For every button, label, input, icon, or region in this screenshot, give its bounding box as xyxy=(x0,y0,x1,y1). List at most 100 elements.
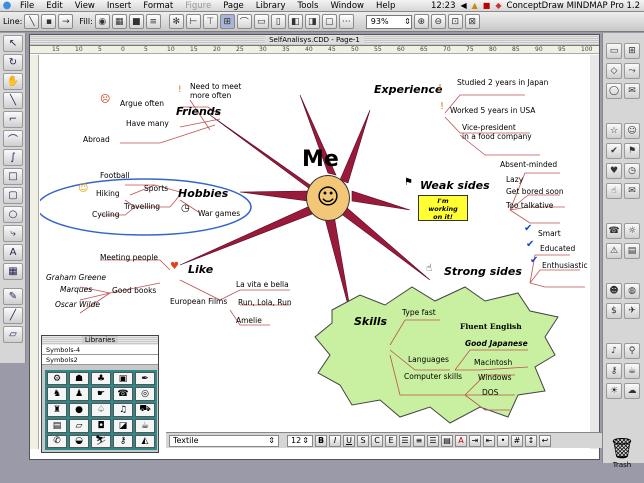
library-item-symbols4[interactable]: Symbols-4 xyxy=(42,345,158,355)
speaker-icon[interactable]: ◀ xyxy=(460,1,466,10)
symbol-phone-icon[interactable]: ☎ xyxy=(606,223,622,239)
topic-weak-sides[interactable]: Weak sides xyxy=(420,179,490,192)
arrange-button[interactable]: ⊞ xyxy=(219,14,235,29)
page-button[interactable]: ▢ xyxy=(321,14,337,29)
note-tool[interactable]: ✉ xyxy=(624,83,640,99)
lib-cd-icon[interactable]: ◎ xyxy=(135,387,155,401)
lib-helmet-icon[interactable]: ◒ xyxy=(69,434,89,448)
symbol-cup-icon[interactable]: ☕ xyxy=(624,363,640,379)
menu-edit[interactable]: Edit xyxy=(40,1,68,11)
like-meeting-people[interactable]: Meeting people xyxy=(100,253,158,262)
like-marques[interactable]: Marques xyxy=(60,285,92,294)
topic-experience[interactable]: Experience xyxy=(374,83,442,96)
lib-hand-icon[interactable]: ☛ xyxy=(91,387,111,401)
app-icon[interactable]: ◆ xyxy=(495,1,501,10)
text-color-icon[interactable]: A xyxy=(455,434,467,447)
indent-icon[interactable]: ⇥ xyxy=(469,434,481,447)
menu-figure[interactable]: Figure xyxy=(179,1,217,11)
align-left-icon[interactable]: ☰ xyxy=(399,434,411,447)
library-item-symbols2[interactable]: Symbols2 xyxy=(42,355,158,365)
like-amelie[interactable]: Amelie xyxy=(236,316,262,325)
hobbies-travelling[interactable]: Travelling xyxy=(124,202,160,211)
justify-icon[interactable]: ▤ xyxy=(441,434,453,447)
fill-bucket-button[interactable]: ◉ xyxy=(94,14,110,29)
symbol-sun-icon[interactable]: ☀ xyxy=(606,383,622,399)
callout-working[interactable]: I'm working on it! xyxy=(418,195,468,221)
topic-tool[interactable]: ▭ xyxy=(606,43,622,59)
rotate-tool[interactable]: ↻ xyxy=(3,54,23,71)
menu-page[interactable]: Page xyxy=(217,1,250,11)
lib-bicycle-icon[interactable]: ⚙ xyxy=(47,372,67,386)
symbol-warning-icon[interactable]: ⚠ xyxy=(606,243,622,259)
symbol-cloud-icon[interactable]: ☁ xyxy=(624,383,640,399)
symbol-mail-icon[interactable]: ✉ xyxy=(624,183,640,199)
menu-file[interactable]: File xyxy=(14,1,40,11)
font-size-select[interactable]: 12 ⇕ xyxy=(287,434,313,447)
lib-camera-icon[interactable]: ◘ xyxy=(91,419,111,433)
topic-friends[interactable]: Friends xyxy=(176,105,221,118)
lib-car-icon[interactable]: ⛟ xyxy=(135,402,155,418)
menu-tools[interactable]: Tools xyxy=(292,1,325,11)
skills-languages[interactable]: Languages xyxy=(408,355,449,364)
underline-button[interactable]: U xyxy=(343,434,355,447)
apple-icon[interactable]: ● xyxy=(0,0,14,11)
lib-key-icon[interactable]: ⚷ xyxy=(113,434,133,448)
arc-tool[interactable]: ⌒ xyxy=(3,130,23,147)
align-center-icon[interactable]: ≡ xyxy=(413,434,425,447)
symbol-star-icon[interactable]: ☆ xyxy=(606,123,622,139)
grid-button[interactable]: ⋯ xyxy=(338,14,354,29)
lib-palm-icon[interactable]: ♣ xyxy=(91,372,111,386)
pencil-tool[interactable]: ✎ xyxy=(3,288,23,305)
friends-need-meet[interactable]: Need to meet more often xyxy=(190,82,241,100)
symbol-clock-icon[interactable]: ◷ xyxy=(624,163,640,179)
skills-fluent-english[interactable]: Fluent English xyxy=(460,322,522,331)
trash[interactable]: 🗑 Trash xyxy=(603,435,641,475)
symbol-plane-icon[interactable]: ✈ xyxy=(624,303,640,319)
group-button[interactable]: ▭ xyxy=(253,14,269,29)
alert-icon[interactable]: ▲ xyxy=(472,1,478,10)
org-layout-button[interactable]: ⊢ xyxy=(185,14,201,29)
like-european-films[interactable]: European Films xyxy=(170,297,227,306)
lib-chess-icon[interactable]: ♜ xyxy=(47,402,67,418)
ellipse-tool[interactable]: ○ xyxy=(3,206,23,223)
fill-pattern-button[interactable]: ▦ xyxy=(111,14,127,29)
friends-abroad[interactable]: Abroad xyxy=(83,135,110,144)
weak-bored[interactable]: Get bored soon xyxy=(506,187,564,196)
topic-skills[interactable]: Skills xyxy=(354,315,387,328)
friends-argue[interactable]: Argue often xyxy=(120,99,164,108)
align-button[interactable]: ≡ xyxy=(145,14,161,29)
symbol-idea-icon[interactable]: ☼ xyxy=(624,223,640,239)
topic-hobbies[interactable]: Hobbies xyxy=(178,187,228,200)
experience-japan[interactable]: Studied 2 years in Japan xyxy=(457,78,548,87)
document-titlebar[interactable]: SelfAnalisys.CDD - Page-1 xyxy=(30,35,599,46)
lib-music-icon[interactable]: ♫ xyxy=(113,402,133,418)
italic-button[interactable]: I xyxy=(329,434,341,447)
hobbies-hiking[interactable]: Hiking xyxy=(96,189,120,198)
like-oscar-wilde[interactable]: Oscar Wilde xyxy=(55,300,100,309)
skills-type-fast[interactable]: Type fast xyxy=(402,308,436,317)
like-graham-greene[interactable]: Graham Greene xyxy=(46,273,106,282)
lib-shoe-icon[interactable]: ◭ xyxy=(135,434,155,448)
lib-dog-icon[interactable]: ♞ xyxy=(47,387,67,401)
weak-absent[interactable]: Absent-minded xyxy=(500,160,557,169)
text-tool[interactable]: A xyxy=(3,244,23,261)
bullets-icon[interactable]: • xyxy=(497,434,509,447)
lib-boot-icon[interactable]: ♟ xyxy=(69,387,89,401)
zoom-page-icon[interactable]: ⊠ xyxy=(464,14,480,29)
line-tool[interactable]: ╲ xyxy=(3,92,23,109)
menu-help[interactable]: Help xyxy=(370,1,401,11)
skills-computer[interactable]: Computer skills xyxy=(404,372,462,381)
spacing-icon[interactable]: ↕ xyxy=(525,434,537,447)
like-la-vita[interactable]: La vita e bella xyxy=(236,280,289,289)
like-good-books[interactable]: Good books xyxy=(112,286,156,295)
symbol-heart-icon[interactable]: ♥ xyxy=(606,163,622,179)
menu-window[interactable]: Window xyxy=(324,1,370,11)
lib-tennis-icon[interactable]: ♤ xyxy=(91,402,111,418)
lib-tv-icon[interactable]: ▣ xyxy=(113,372,133,386)
weak-talkative[interactable]: Too talkative xyxy=(506,201,553,210)
center-topic-title[interactable]: Me xyxy=(302,147,339,172)
lib-skier-icon[interactable]: ⛷ xyxy=(91,434,111,448)
table-tool[interactable]: ▦ xyxy=(3,263,23,280)
fill-color-button[interactable]: ■ xyxy=(128,14,144,29)
symbol-thumb-icon[interactable]: ☝ xyxy=(606,183,622,199)
